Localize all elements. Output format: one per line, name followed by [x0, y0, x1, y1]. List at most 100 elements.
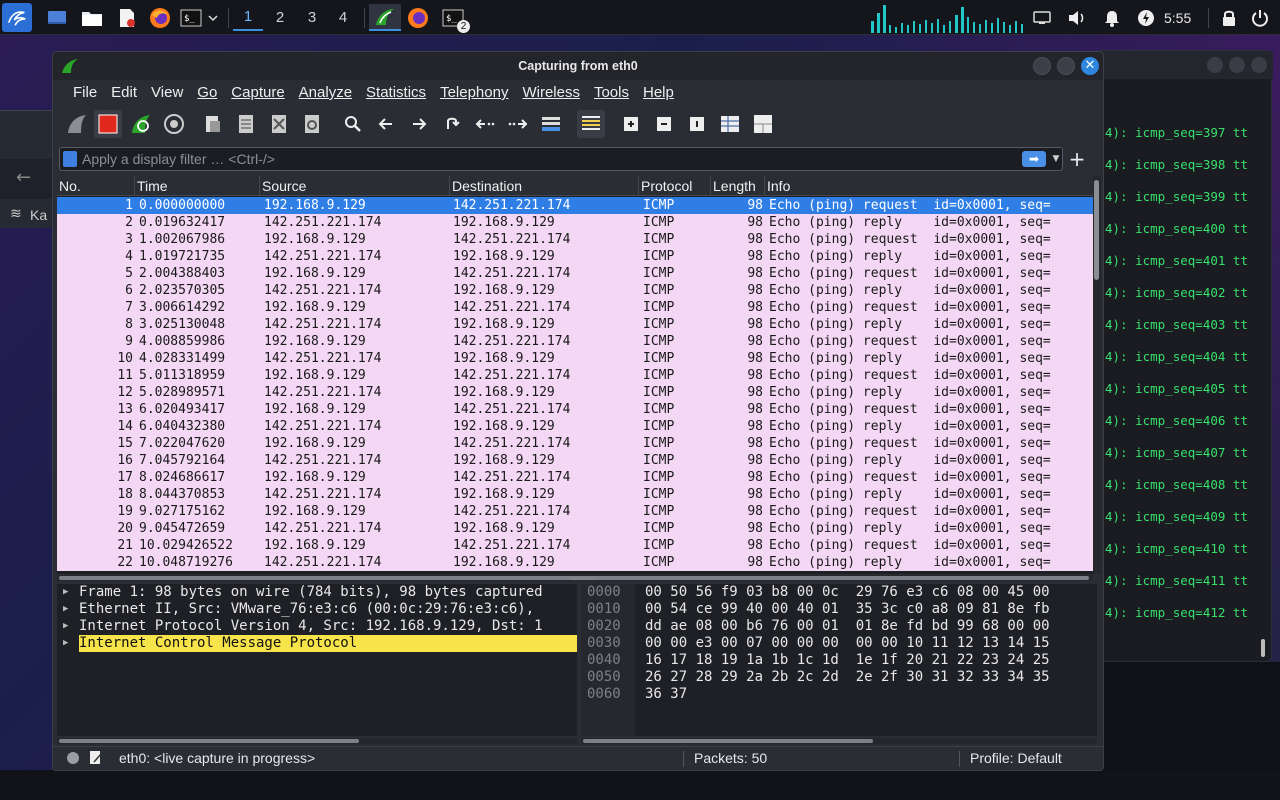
zoom-in-icon[interactable] — [617, 110, 645, 138]
find-packet-icon[interactable] — [339, 110, 367, 138]
expand-arrow-icon[interactable]: ▶ — [63, 601, 68, 618]
packet-row[interactable]: 3 1.002067986 192.168.9.129 142.251.221.174… — [57, 231, 1093, 248]
packet-row[interactable]: 21 10.029426522 192.168.9.129 142.251.221.1… — [57, 537, 1093, 554]
first-packet-icon[interactable] — [471, 110, 499, 138]
column-header-length[interactable]: Length — [711, 176, 765, 196]
packet-list-vscroll[interactable] — [1093, 176, 1101, 574]
detail-row-frame[interactable]: ▶ Frame 1: 98 bytes on wire (784 bits), 9… — [57, 584, 577, 601]
kali-menu-icon[interactable] — [2, 3, 32, 32]
text-editor-icon[interactable] — [114, 4, 140, 31]
filter-bookmark-icon[interactable] — [63, 151, 77, 167]
display-filter-input[interactable] — [82, 149, 1012, 169]
packet-list-vscroll-thumb[interactable] — [1094, 180, 1099, 280]
terminal-maximize-button[interactable] — [1229, 57, 1245, 73]
workspace-4[interactable]: 4 — [328, 4, 358, 31]
background-window-left[interactable]: ← ≋ Ka — [0, 110, 55, 228]
packet-row[interactable]: 4 1.019721735 142.251.221.174 192.168.9.129… — [57, 248, 1093, 265]
packet-row[interactable]: 16 7.045792164 142.251.221.174 192.168.9.12… — [57, 452, 1093, 469]
packet-row[interactable]: 20 9.045472659 142.251.221.174 192.168.9.12… — [57, 520, 1093, 537]
packet-row[interactable]: 17 8.024686617 192.168.9.129 142.251.221.17… — [57, 469, 1093, 486]
bytes-hex[interactable]: 26 27 28 29 2a 2b 2c 2d 2e 2f 30 31 32 3… — [645, 669, 1050, 686]
expand-arrow-icon[interactable]: ▶ — [63, 618, 68, 635]
menu-help[interactable]: Help — [636, 80, 681, 106]
status-profile[interactable]: Profile: Default — [970, 747, 1062, 769]
expert-info-icon[interactable] — [67, 752, 79, 764]
go-back-icon[interactable] — [372, 110, 400, 138]
packet-row[interactable]: 1 0.000000000 192.168.9.129 142.251.221.174… — [57, 197, 1093, 214]
terminal-launcher-icon[interactable]: $_ — [178, 4, 204, 31]
last-packet-icon[interactable] — [504, 110, 532, 138]
logout-icon[interactable] — [1248, 4, 1272, 31]
detail-row-ipv4[interactable]: ▶ Internet Protocol Version 4, Src: 192.1… — [57, 618, 577, 635]
reload-file-icon[interactable] — [298, 110, 326, 138]
capture-options-icon[interactable] — [160, 110, 188, 138]
close-button[interactable]: ✕ — [1081, 57, 1099, 75]
desktop-icon[interactable] — [44, 4, 70, 31]
details-hscroll[interactable] — [57, 738, 577, 744]
terminal-scrollbar[interactable] — [1261, 639, 1265, 657]
packet-row[interactable]: 22 10.048719276 142.251.221.174 192.168.9.1… — [57, 554, 1093, 571]
bytes-hex[interactable]: dd ae 08 00 b6 76 00 01 01 8e fd bd 99 6… — [645, 618, 1050, 635]
packet-row[interactable]: 9 4.008859986 192.168.9.129 142.251.221.174… — [57, 333, 1093, 350]
packet-row[interactable]: 6 2.023570305 142.251.221.174 192.168.9.129… — [57, 282, 1093, 299]
colorize-icon[interactable] — [577, 110, 605, 138]
packet-row[interactable]: 11 5.011318959 192.168.9.129 142.251.221.17… — [57, 367, 1093, 384]
details-hscroll-thumb[interactable] — [59, 739, 359, 743]
packet-row[interactable]: 13 6.020493417 192.168.9.129 142.251.221.17… — [57, 401, 1093, 418]
menu-edit[interactable]: Edit — [104, 80, 144, 106]
menu-file[interactable]: File — [66, 80, 104, 106]
column-header-source[interactable]: Source — [260, 176, 450, 196]
stop-capture-button[interactable] — [94, 110, 122, 138]
packet-row[interactable]: 19 9.027175162 192.168.9.129 142.251.221.17… — [57, 503, 1093, 520]
add-filter-button[interactable]: + — [1067, 148, 1087, 170]
apply-filter-button[interactable]: ➡ — [1022, 151, 1046, 167]
titlebar[interactable]: Capturing from eth0 ✕ — [53, 52, 1103, 80]
bytes-hex[interactable]: 00 00 e3 00 07 00 00 00 00 00 10 11 12 1… — [645, 635, 1050, 652]
packet-row[interactable]: 12 5.028989571 142.251.221.174 192.168.9.12… — [57, 384, 1093, 401]
restart-capture-button[interactable] — [127, 110, 155, 138]
terminal-minimize-button[interactable] — [1207, 57, 1223, 73]
filter-history-dropdown[interactable]: ▼ — [1050, 151, 1062, 167]
packet-row[interactable]: 2 0.019632417 142.251.221.174 192.168.9.129… — [57, 214, 1093, 231]
go-to-packet-icon[interactable] — [438, 110, 466, 138]
column-header-protocol[interactable]: Protocol — [639, 176, 711, 196]
notifications-icon[interactable] — [1100, 4, 1124, 31]
column-header-info[interactable]: Info — [765, 176, 1093, 196]
go-forward-icon[interactable] — [405, 110, 433, 138]
task-firefox[interactable] — [405, 4, 431, 31]
packet-row[interactable]: 10 4.028331499 142.251.221.174 192.168.9.12… — [57, 350, 1093, 367]
bytes-hex[interactable]: 00 54 ce 99 40 00 40 01 35 3c c0 a8 09 8… — [645, 601, 1050, 618]
chevron-down-icon[interactable] — [205, 4, 221, 31]
expand-arrow-icon[interactable]: ▶ — [63, 584, 68, 601]
detail-row-icmp[interactable]: ▶ Internet Control Message Protocol — [57, 635, 577, 652]
menu-wireless[interactable]: Wireless — [515, 80, 587, 106]
autoscroll-icon[interactable] — [537, 110, 565, 138]
terminal-window[interactable]: 4): icmp_seq=397 tt 4): icmp_seq=398 tt 4)… — [1100, 50, 1273, 662]
normal-size-icon[interactable] — [683, 110, 711, 138]
column-header-time[interactable]: Time — [135, 176, 260, 196]
packet-row[interactable]: 7 3.006614292 192.168.9.129 142.251.221.174… — [57, 299, 1093, 316]
packet-row[interactable]: 18 8.044370853 142.251.221.174 192.168.9.12… — [57, 486, 1093, 503]
detail-row-ethernet[interactable]: ▶ Ethernet II, Src: VMware_76:e3:c6 (00:0… — [57, 601, 577, 618]
menu-analyze[interactable]: Analyze — [292, 80, 359, 106]
clock[interactable]: 5:55 — [1164, 4, 1200, 31]
column-header-no[interactable]: No. — [57, 176, 135, 196]
task-terminal[interactable]: $_ 2 — [440, 4, 470, 33]
menu-view[interactable]: View — [144, 80, 190, 106]
task-wireshark[interactable] — [369, 4, 401, 31]
workspace-1[interactable]: 1 — [233, 4, 263, 31]
bytes-hex[interactable]: 36 37 — [645, 686, 687, 703]
menu-tools[interactable]: Tools — [587, 80, 636, 106]
menu-telephony[interactable]: Telephony — [433, 80, 515, 106]
volume-icon[interactable] — [1065, 4, 1089, 31]
expand-arrow-icon[interactable]: ▶ — [63, 635, 68, 652]
bytes-hex[interactable]: 16 17 18 19 1a 1b 1c 1d 1e 1f 20 21 22 2… — [645, 652, 1050, 669]
minimize-button[interactable] — [1033, 57, 1051, 75]
start-capture-button[interactable] — [63, 110, 91, 138]
firefox-icon[interactable] — [147, 4, 173, 31]
save-file-icon[interactable] — [232, 110, 260, 138]
packet-bytes[interactable]: 0000 00 50 56 f9 03 b8 00 0c 29 76 e3 c6 … — [581, 584, 1097, 736]
pane-splitter-handle[interactable]: ······· — [571, 576, 595, 584]
packet-list[interactable]: No. Time Source Destination Protocol Len… — [57, 176, 1093, 574]
pane-layout-icon[interactable] — [749, 110, 777, 138]
